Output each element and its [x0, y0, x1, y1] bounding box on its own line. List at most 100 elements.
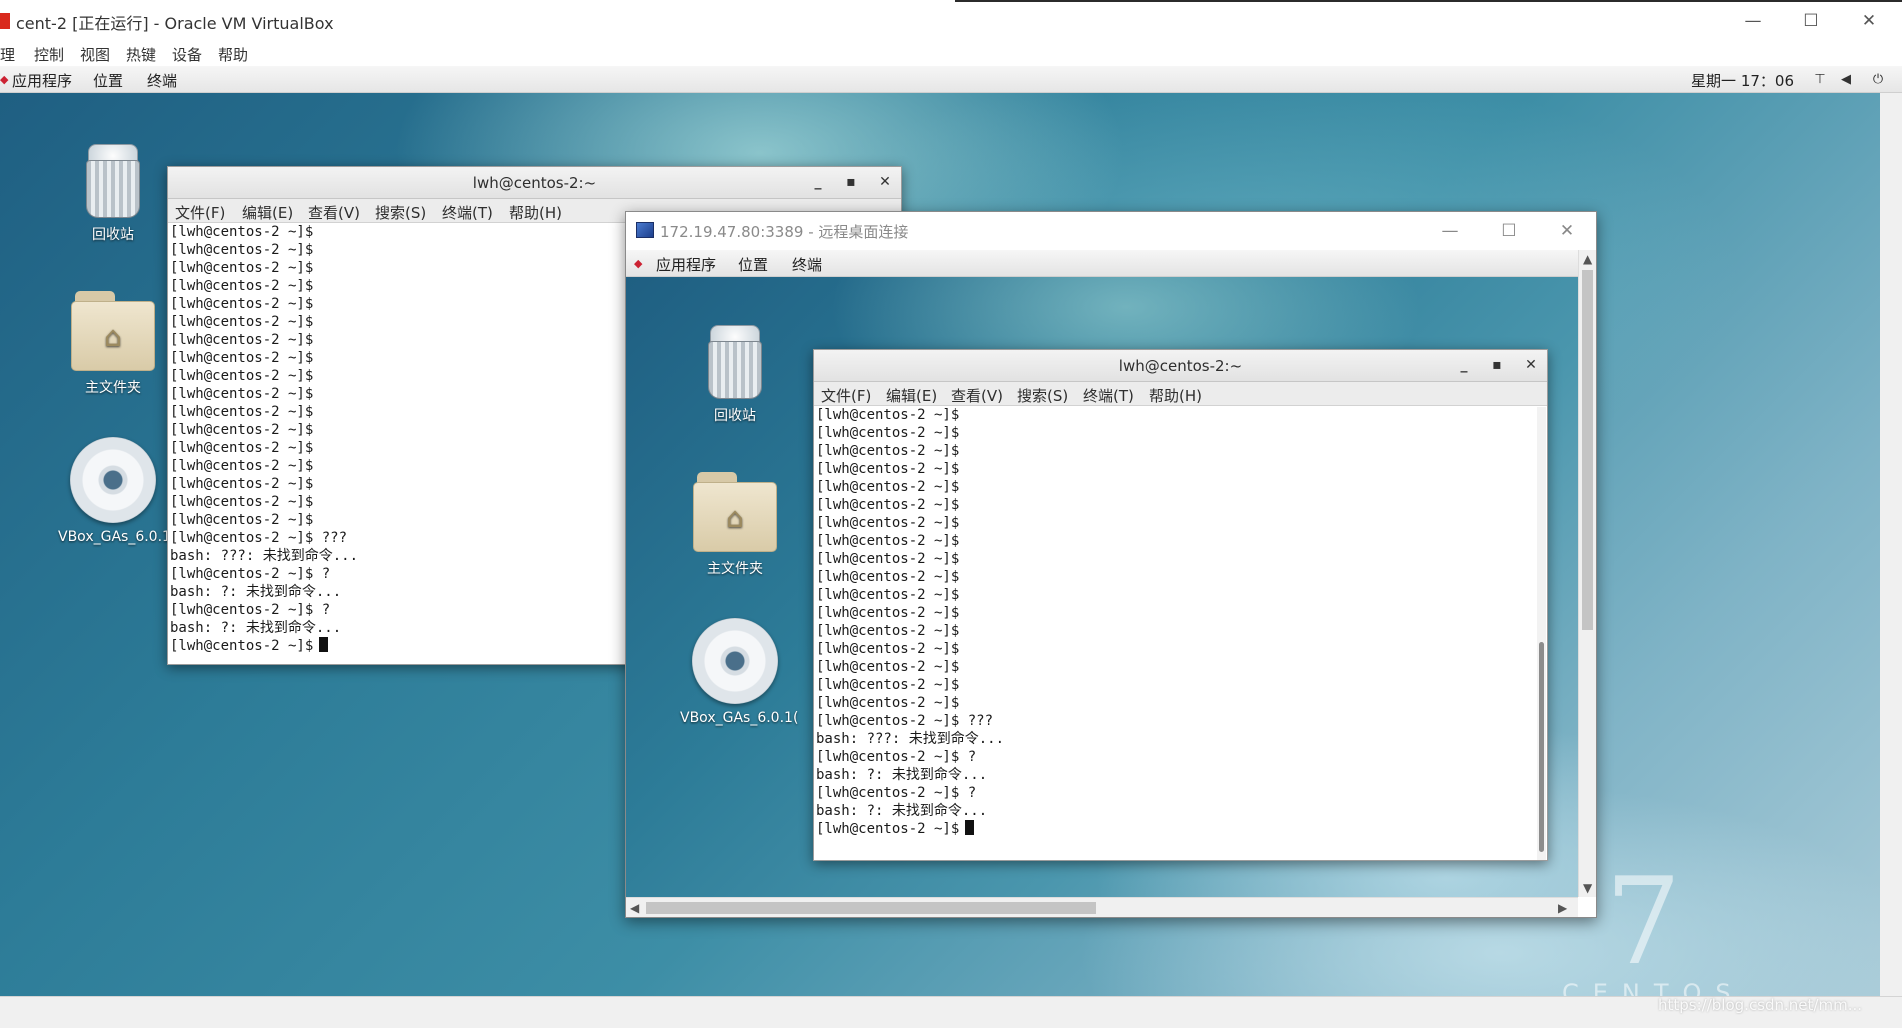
- terminal-menu-help[interactable]: 帮助(H): [509, 202, 562, 223]
- window-title: cent-2 [正在运行] - Oracle VM VirtualBox: [16, 14, 334, 33]
- rdp-panel-applications-menu[interactable]: 应用程序: [656, 254, 716, 275]
- close-button[interactable]: ✕: [1846, 6, 1892, 36]
- scroll-down-arrow-icon[interactable]: ▼: [1583, 881, 1592, 895]
- terminal-close-button[interactable]: ✕: [1522, 356, 1540, 374]
- rdp-desktop-icon-home-folder[interactable]: ⌂ 主文件夹: [680, 472, 790, 578]
- terminal-line: [lwh@centos-2 ~]$ ?: [816, 749, 977, 765]
- rdp-titlebar[interactable]: 172.19.47.80:3389 - 远程桌面连接 — ☐ ✕: [626, 212, 1596, 250]
- terminal-menu-terminal[interactable]: 终端(T): [442, 202, 493, 223]
- volume-icon[interactable]: ◀: [1837, 70, 1855, 88]
- terminal-menu-search[interactable]: 搜索(S): [375, 202, 426, 223]
- watermark-text: https://blog.csdn.net/mm...: [1658, 996, 1862, 1014]
- scroll-right-arrow-icon[interactable]: ▶: [1558, 901, 1567, 915]
- terminal-line: [lwh@centos-2 ~]$: [816, 641, 960, 657]
- desktop-icon-vbox-disc[interactable]: VBox_GAs_6.0.1(: [58, 437, 176, 545]
- terminal-scrollbar-thumb[interactable]: [1539, 642, 1544, 852]
- rdp-horizontal-scrollbar[interactable]: ◀ ▶: [626, 897, 1578, 917]
- terminal-close-button[interactable]: ✕: [876, 173, 894, 191]
- terminal-cursor: [319, 637, 329, 652]
- terminal-menu-terminal[interactable]: 终端(T): [1083, 385, 1134, 406]
- terminal-maximize-button[interactable]: ▪: [1488, 356, 1506, 374]
- terminal-titlebar[interactable]: lwh@centos-2:~ _ ▪ ✕: [168, 167, 901, 199]
- power-icon[interactable]: ⏻: [1869, 70, 1887, 88]
- terminal-line: [lwh@centos-2 ~]$: [816, 425, 960, 441]
- terminal-line: [lwh@centos-2 ~]$: [816, 659, 960, 675]
- desktop-scrollbar[interactable]: [1880, 93, 1902, 996]
- virtualbox-app-icon: [0, 13, 10, 29]
- terminal-line: [lwh@centos-2 ~]$: [816, 515, 960, 531]
- menu-hotkey[interactable]: 热键: [126, 44, 156, 65]
- panel-terminal-launcher[interactable]: 终端: [147, 70, 177, 91]
- terminal-minimize-button[interactable]: _: [809, 173, 827, 191]
- terminal-menu-file[interactable]: 文件(F): [821, 385, 871, 406]
- network-icon[interactable]: ⊤: [1811, 70, 1829, 88]
- terminal-menu-edit[interactable]: 编辑(E): [886, 385, 937, 406]
- virtualbox-menubar: 理 控制 视图 热键 设备 帮助: [0, 42, 1902, 66]
- rdp-horizontal-scroll-thumb[interactable]: [646, 902, 1096, 914]
- rdp-minimize-button[interactable]: —: [1427, 216, 1473, 246]
- panel-places-menu[interactable]: 位置: [93, 70, 123, 91]
- centos-logo-number: 7: [1605, 853, 1682, 992]
- terminal-content[interactable]: [lwh@centos-2 ~]$ [lwh@centos-2 ~]$ [lwh…: [814, 406, 1537, 860]
- titlebar-accent-line: [955, 0, 1902, 2]
- rdp-panel-places-menu[interactable]: 位置: [738, 254, 768, 275]
- terminal-line: [lwh@centos-2 ~]$: [816, 623, 960, 639]
- scroll-left-arrow-icon[interactable]: ◀: [630, 901, 639, 915]
- terminal-maximize-button[interactable]: ▪: [842, 173, 860, 191]
- menu-devices[interactable]: 设备: [172, 44, 202, 65]
- menu-view[interactable]: 视图: [80, 44, 110, 65]
- terminal-menu-view[interactable]: 查看(V): [951, 385, 1003, 406]
- terminal-line: [lwh@centos-2 ~]$: [816, 533, 960, 549]
- terminal-line: bash: ?: 未找到命令...: [816, 767, 988, 783]
- disc-icon: [70, 437, 156, 523]
- maximize-button[interactable]: ☐: [1788, 6, 1834, 36]
- rdp-vertical-scroll-thumb[interactable]: [1582, 270, 1593, 630]
- terminal-prompt: [lwh@centos-2 ~]$: [170, 638, 314, 654]
- rdp-maximize-button[interactable]: ☐: [1486, 216, 1532, 246]
- panel-applications-menu[interactable]: 应用程序: [12, 70, 72, 91]
- terminal-menu-help[interactable]: 帮助(H): [1149, 385, 1202, 406]
- virtualbox-statusbar: [0, 996, 1902, 1028]
- terminal-menu-search[interactable]: 搜索(S): [1017, 385, 1068, 406]
- menu-help[interactable]: 帮助: [218, 44, 248, 65]
- desktop-icon-label: VBox_GAs_6.0.1(: [680, 710, 799, 726]
- terminal-menu-file[interactable]: 文件(F): [175, 202, 225, 223]
- desktop-icon-home-folder[interactable]: ⌂ 主文件夹: [58, 291, 168, 397]
- terminal-line: [lwh@centos-2 ~]$: [816, 461, 960, 477]
- disc-icon: [692, 618, 778, 704]
- terminal-minimize-button[interactable]: _: [1455, 356, 1473, 374]
- rdp-desktop-icon-trash[interactable]: 回收站: [680, 325, 790, 425]
- terminal-prompt: [lwh@centos-2 ~]$: [816, 821, 960, 837]
- terminal-line: [lwh@centos-2 ~]$: [816, 605, 960, 621]
- terminal-prompt-line[interactable]: [lwh@centos-2 ~]$: [814, 820, 1537, 838]
- menu-machine[interactable]: 理: [0, 44, 15, 65]
- minimize-button[interactable]: —: [1730, 6, 1776, 36]
- scroll-up-arrow-icon[interactable]: ▲: [1583, 252, 1592, 266]
- terminal-scrollbar[interactable]: [1537, 407, 1546, 860]
- rdp-panel-terminal-launcher[interactable]: 终端: [792, 254, 822, 275]
- terminal-menu-edit[interactable]: 编辑(E): [242, 202, 293, 223]
- terminal-titlebar[interactable]: lwh@centos-2:~ _ ▪ ✕: [814, 350, 1547, 382]
- panel-clock[interactable]: 星期一 17：06: [1691, 70, 1794, 91]
- terminal-line: [lwh@centos-2 ~]$ ???: [816, 713, 994, 729]
- desktop-icon-label: 主文件夹: [85, 380, 141, 396]
- terminal-menu-view[interactable]: 查看(V): [308, 202, 360, 223]
- terminal-window-front[interactable]: lwh@centos-2:~ _ ▪ ✕ 文件(F) 编辑(E) 查看(V) 搜…: [813, 349, 1548, 861]
- folder-icon: ⌂: [71, 291, 155, 371]
- terminal-line: [lwh@centos-2 ~]$: [816, 407, 960, 423]
- guest-top-panel: ◆ 应用程序 位置 终端 星期一 17：06 ⊤ ◀ ⏻: [0, 66, 1902, 93]
- terminal-title: lwh@centos-2:~: [472, 174, 597, 192]
- terminal-title: lwh@centos-2:~: [1118, 357, 1243, 375]
- desktop-icon-trash[interactable]: 回收站: [58, 144, 168, 244]
- terminal-line: bash: ???: 未找到命令...: [816, 731, 1005, 747]
- folder-icon: ⌂: [693, 472, 777, 552]
- rdp-vertical-scrollbar[interactable]: ▲ ▼: [1578, 250, 1596, 897]
- desktop-icon-label: 回收站: [714, 408, 756, 424]
- menu-control[interactable]: 控制: [34, 44, 64, 65]
- terminal-line: [lwh@centos-2 ~]$: [816, 569, 960, 585]
- terminal-line: [lwh@centos-2 ~]$: [816, 587, 960, 603]
- rdp-window[interactable]: 172.19.47.80:3389 - 远程桌面连接 — ☐ ✕ ◆ 应用程序 …: [625, 211, 1597, 918]
- rdp-desktop-icon-vbox-disc[interactable]: VBox_GAs_6.0.1(: [680, 618, 799, 726]
- rdp-close-button[interactable]: ✕: [1544, 216, 1590, 246]
- terminal-line: [lwh@centos-2 ~]$: [816, 479, 960, 495]
